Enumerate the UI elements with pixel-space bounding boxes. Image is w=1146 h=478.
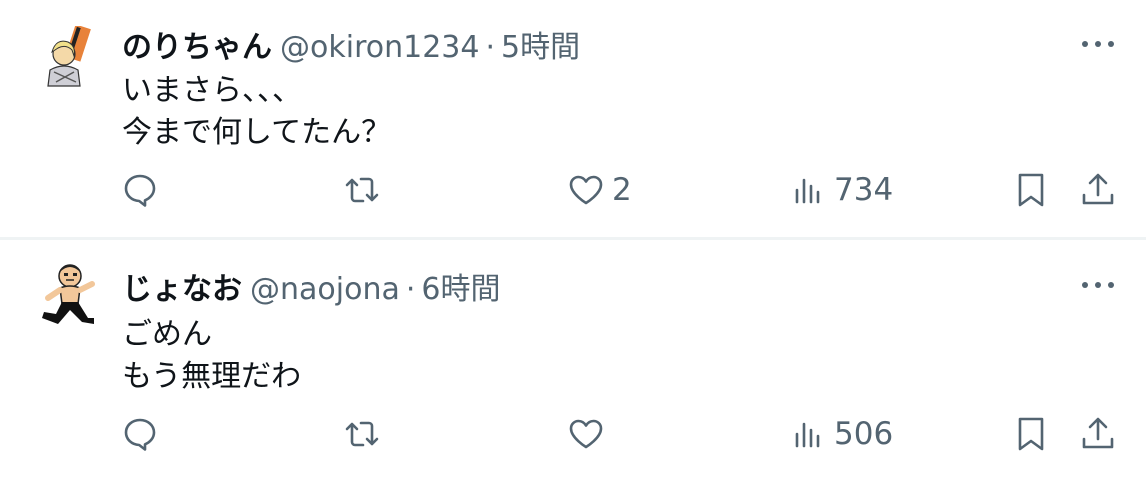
bar-chart-icon [795,178,820,204]
display-name[interactable]: のりちゃん [122,22,272,66]
speech-bubble-icon [124,174,156,207]
user-handle[interactable]: @naojona [250,272,400,307]
share-upload-icon [1082,173,1114,205]
bookmark-icon [1018,173,1044,207]
tweet-header: のりちゃん @okiron1234 · 5時間 [122,22,580,65]
heart-icon [569,419,603,449]
view-count: 506 [834,416,894,452]
view-count: 734 [834,172,894,208]
tweet-text-line: もう無理だわ [122,359,302,394]
tweet-text-line: 今まで何してたん？ [122,115,392,150]
reply-button[interactable] [120,412,160,456]
more-icon[interactable] [1078,270,1118,300]
separator-dot: · [405,272,416,307]
tweet-header: じょなお @naojona · 6時間 [122,264,500,307]
like-button[interactable]: 2 [566,168,632,212]
user-handle[interactable]: @okiron1234 [280,30,479,65]
retweet-arrows-icon [345,177,379,203]
tweet-text: ごめん もう無理だわ [122,314,301,398]
tweet[interactable]: じょなお @naojona · 6時間 ごめん もう無理だわ 506 [0,240,1146,478]
retweet-button[interactable] [342,168,382,212]
speech-bubble-icon [124,418,156,451]
like-button[interactable] [566,412,606,456]
avatar[interactable] [36,262,102,328]
tweet-text-line: ごめん [122,317,212,352]
bookmark-button[interactable] [1011,168,1051,212]
more-icon[interactable] [1078,29,1118,59]
like-count: 2 [612,172,632,208]
retweet-button[interactable] [342,412,382,456]
avatar[interactable] [36,24,102,92]
share-button[interactable] [1078,168,1118,212]
share-button[interactable] [1078,412,1118,456]
display-name[interactable]: じょなお [122,264,242,308]
timestamp[interactable]: 5時間 [501,22,580,66]
retweet-arrows-icon [345,421,379,447]
views-button[interactable]: 734 [788,168,893,212]
bar-chart-icon [795,422,820,448]
action-bar: 506 [0,412,1146,456]
bookmark-icon [1018,417,1044,451]
timestamp[interactable]: 6時間 [421,264,500,308]
tweet[interactable]: のりちゃん @okiron1234 · 5時間 いまさら、、、 今まで何してたん… [0,0,1146,238]
bookmark-button[interactable] [1011,412,1051,456]
reply-button[interactable] [120,168,160,212]
separator-dot: · [485,30,495,65]
share-upload-icon [1082,417,1114,449]
tweet-text-line: いまさら、、、 [122,73,302,108]
views-button[interactable]: 506 [788,412,893,456]
action-bar: 2 734 [0,168,1146,212]
tweet-text: いまさら、、、 今まで何してたん？ [122,70,391,154]
heart-icon [569,175,603,205]
